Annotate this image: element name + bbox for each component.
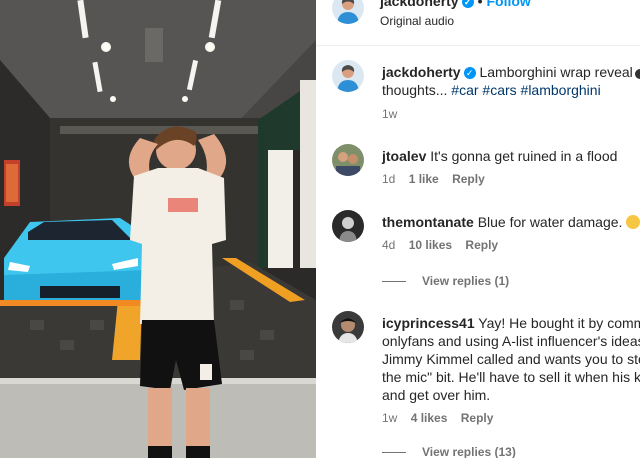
reel-video[interactable]	[0, 0, 316, 458]
comment-text: jackdoherty ✓ Lamborghini wrap reveal tho…	[382, 63, 640, 99]
comment-text: themontanate Blue for water damage.	[382, 213, 640, 231]
owner-line: jackdoherty ✓ • Follow	[380, 0, 531, 9]
view-replies-label: View replies (1)	[422, 274, 510, 288]
laughing-emoji-icon	[626, 215, 640, 229]
comment-meta: 4d 10 likes Reply	[382, 238, 508, 252]
comment-username[interactable]: jackdoherty	[382, 64, 461, 80]
profile-picture-icon	[332, 311, 364, 343]
comment-meta: 1w	[382, 107, 407, 121]
reply-button[interactable]: Reply	[452, 172, 485, 186]
hashtag-link[interactable]: #car	[451, 82, 478, 98]
follow-button[interactable]: Follow	[487, 0, 531, 9]
comment-body-line: Jimmy Kimmel called and wants you to sto	[382, 351, 640, 367]
avatar[interactable]	[332, 144, 364, 176]
hashtag-link[interactable]: #lamborghini	[521, 82, 601, 98]
owner-username[interactable]: jackdoherty	[380, 0, 459, 9]
comment-username[interactable]: jtoalev	[382, 148, 426, 164]
comment-text: icyprincess41 Yay! He bought it by commi…	[382, 314, 640, 404]
avatar[interactable]	[332, 311, 364, 343]
avatar[interactable]	[332, 60, 364, 92]
comment-time[interactable]: 1w	[382, 411, 397, 425]
comment-time[interactable]: 4d	[382, 238, 395, 252]
comment-meta: 1d 1 like Reply	[382, 172, 495, 186]
comment-time[interactable]: 1w	[382, 107, 397, 121]
verified-badge-icon: ✓	[463, 67, 476, 79]
comment-body-line: Yay! He bought it by commi	[478, 315, 640, 331]
comment-time[interactable]: 1d	[382, 172, 395, 186]
reply-button[interactable]: Reply	[461, 411, 494, 425]
caption-line-2: thoughts...	[382, 82, 448, 98]
comment-body: It's gonna get ruined in a flood	[430, 148, 618, 164]
view-replies-label: View replies (13)	[422, 445, 516, 458]
comment-body-line: the mic" bit. He'll have to sell it when…	[382, 369, 640, 385]
comment-likes[interactable]: 10 likes	[409, 238, 452, 252]
comment-text: jtoalev It's gonna get ruined in a flood	[382, 147, 640, 165]
audio-label[interactable]: Original audio	[380, 14, 454, 28]
comments-panel: jackdoherty ✓ • Follow Original audio jackd…	[316, 0, 640, 458]
comment-username[interactable]: icyprincess41	[382, 315, 475, 331]
profile-picture-icon	[332, 0, 364, 24]
profile-picture-icon	[332, 210, 364, 242]
comment-body-line: and get over him.	[382, 387, 491, 403]
reply-button[interactable]: Reply	[465, 238, 498, 252]
post-header: jackdoherty ✓ • Follow Original audio	[316, 0, 640, 46]
comment-body-line: onlyfans and using A-list influencer's i…	[382, 333, 640, 349]
avatar[interactable]	[332, 210, 364, 242]
replies-divider-line	[382, 452, 406, 454]
separator-dot: •	[477, 0, 483, 9]
avatar[interactable]	[332, 0, 364, 24]
comment-likes[interactable]: 1 like	[409, 172, 439, 186]
profile-picture-icon	[332, 144, 364, 176]
camera-emoji-icon	[634, 69, 640, 79]
view-replies-button[interactable]: View replies (13)	[382, 445, 516, 458]
caption-line-1: Lamborghini wrap reveal	[479, 64, 633, 80]
verified-badge-icon: ✓	[461, 0, 474, 8]
comment-likes[interactable]: 4 likes	[411, 411, 448, 425]
comment-username[interactable]: themontanate	[382, 214, 474, 230]
hashtag-link[interactable]: #cars	[482, 82, 516, 98]
profile-picture-icon	[332, 60, 364, 92]
comment-body: Blue for water damage.	[477, 214, 623, 230]
comment-meta: 1w 4 likes Reply	[382, 411, 503, 425]
replies-divider-line	[382, 281, 406, 283]
video-frame	[0, 0, 316, 458]
view-replies-button[interactable]: View replies (1)	[382, 274, 509, 288]
